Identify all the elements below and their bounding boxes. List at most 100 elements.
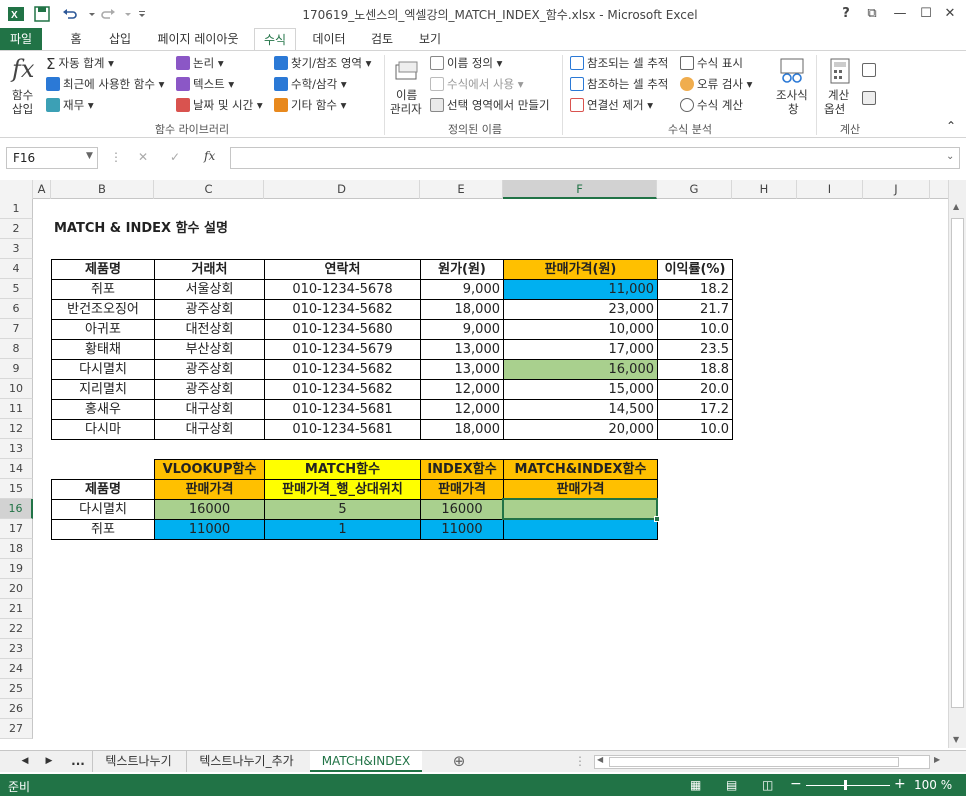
insert-function-label-2[interactable]: 삽입	[12, 101, 33, 117]
show-formulas-button[interactable]: 수식 표시	[680, 55, 743, 71]
prev-sheet-icon[interactable]: ◀	[16, 751, 34, 772]
trace-precedents-button[interactable]: 참조되는 셀 추적	[570, 55, 668, 71]
ribbon-display-options-button[interactable]: ⧉	[862, 4, 882, 24]
row-header-14[interactable]: 14	[0, 459, 33, 479]
table-cell[interactable]: 17,000	[503, 339, 658, 360]
column-header-f[interactable]: F	[503, 180, 657, 199]
collapse-ribbon-icon[interactable]: ⌃	[946, 119, 956, 133]
table-cell[interactable]: 010-1234-5682	[264, 299, 421, 320]
sheet-title[interactable]: MATCH & INDEX 함수 설명	[51, 219, 420, 239]
lookup-top-header[interactable]: VLOOKUP함수	[154, 459, 265, 480]
column-header-e[interactable]: E	[420, 180, 503, 199]
table-cell[interactable]: 반건조오징어	[51, 299, 155, 320]
table-cell[interactable]: 010-1234-5678	[264, 279, 421, 300]
table-cell[interactable]: 대구상회	[154, 399, 265, 420]
name-manager-label-2[interactable]: 관리자	[390, 101, 422, 117]
table-header-f[interactable]: 판매가격(원)	[503, 259, 658, 280]
row-header-20[interactable]: 20	[0, 579, 33, 599]
tab-review[interactable]: 검토	[362, 28, 402, 50]
undo-icon[interactable]	[62, 6, 78, 22]
table-cell[interactable]: 010-1234-5681	[264, 419, 421, 440]
insert-function-bar-icon[interactable]: fx	[204, 149, 215, 163]
lookup-top-header[interactable]: INDEX함수	[420, 459, 504, 480]
create-from-selection-button[interactable]: 선택 영역에서 만들기	[430, 97, 550, 113]
sheet-tab-text-split-extra[interactable]: 텍스트나누기_추가	[186, 751, 306, 772]
scroll-right-icon[interactable]: ▶	[934, 755, 940, 764]
table-cell[interactable]: 다시멸치	[51, 359, 155, 380]
scroll-thumb[interactable]	[951, 218, 964, 708]
row-header-9[interactable]: 9	[0, 359, 33, 379]
table-cell[interactable]: 18,000	[420, 419, 504, 440]
table-cell[interactable]: 13,000	[420, 359, 504, 380]
row-header-25[interactable]: 25	[0, 679, 33, 699]
zoom-out-icon[interactable]: −	[790, 776, 802, 792]
column-header-g[interactable]: G	[657, 180, 732, 199]
tab-formulas[interactable]: 수식	[254, 28, 296, 51]
row-header-2[interactable]: 2	[0, 219, 33, 239]
vertical-scrollbar[interactable]: ▲ ▼	[948, 180, 966, 748]
fill-handle[interactable]	[654, 516, 660, 522]
lookup-top-header[interactable]: MATCH&INDEX함수	[503, 459, 658, 480]
table-cell[interactable]: 16,000	[503, 359, 658, 380]
table-cell[interactable]: 12,000	[420, 399, 504, 420]
define-name-button[interactable]: 이름 정의 ▾	[430, 55, 502, 71]
evaluate-formula-button[interactable]: 수식 계산	[680, 97, 743, 113]
error-checking-button[interactable]: 오류 검사 ▾	[680, 76, 752, 92]
trace-dependents-button[interactable]: 참조하는 셀 추적	[570, 76, 668, 92]
table-cell[interactable]: 서울상회	[154, 279, 265, 300]
lookup-product-cell[interactable]: 쥐포	[51, 519, 155, 540]
lookup-sub-header[interactable]: 판매가격	[154, 479, 265, 500]
lookup-reference-button[interactable]: 찾기/참조 영역 ▾	[274, 55, 371, 71]
lookup-result-cell[interactable]: 16000	[420, 499, 504, 520]
next-sheet-icon[interactable]: ▶	[40, 751, 58, 772]
table-cell[interactable]: 18.2	[657, 279, 733, 300]
recent-functions-button[interactable]: 최근에 사용한 함수 ▾	[46, 76, 164, 92]
table-cell[interactable]: 홍새우	[51, 399, 155, 420]
use-in-formula-button[interactable]: 수식에서 사용 ▾	[430, 76, 524, 92]
tab-data[interactable]: 데이터	[306, 28, 352, 50]
minimize-button[interactable]: —	[890, 4, 910, 24]
save-icon[interactable]	[34, 6, 50, 22]
h-scroll-thumb[interactable]	[609, 757, 899, 767]
row-header-16[interactable]: 16	[0, 499, 33, 519]
lookup-product-cell[interactable]: 다시멸치	[51, 499, 155, 520]
financial-button[interactable]: 재무 ▾	[46, 97, 94, 113]
table-cell[interactable]: 광주상회	[154, 379, 265, 400]
scroll-left-icon[interactable]: ◀	[597, 755, 603, 764]
column-header-c[interactable]: C	[154, 180, 264, 199]
cancel-icon[interactable]: ✕	[138, 150, 148, 164]
enter-icon[interactable]: ✓	[170, 150, 180, 164]
calc-options-label-2[interactable]: 옵션	[824, 101, 845, 117]
table-cell[interactable]: 17.2	[657, 399, 733, 420]
row-header-21[interactable]: 21	[0, 599, 33, 619]
lookup-result-cell[interactable]: 11000	[154, 519, 265, 540]
lookup-sub-header[interactable]: 판매가격	[420, 479, 504, 500]
table-cell[interactable]: 010-1234-5679	[264, 339, 421, 360]
table-cell[interactable]: 아귀포	[51, 319, 155, 340]
calculate-sheet-icon[interactable]	[862, 91, 879, 105]
tab-home[interactable]: 홈	[58, 28, 94, 50]
sheet-tab-text-split[interactable]: 텍스트나누기	[92, 751, 184, 772]
column-header-a[interactable]: A	[33, 180, 51, 199]
undo-dropdown-icon[interactable]	[84, 6, 100, 22]
table-cell[interactable]: 다시마	[51, 419, 155, 440]
lookup-result-cell[interactable]	[503, 519, 658, 540]
table-cell[interactable]: 대전상회	[154, 319, 265, 340]
row-header-23[interactable]: 23	[0, 639, 33, 659]
row-header-18[interactable]: 18	[0, 539, 33, 559]
watch-window-icon[interactable]	[778, 57, 806, 85]
table-cell[interactable]: 010-1234-5680	[264, 319, 421, 340]
text-functions-button[interactable]: 텍스트 ▾	[176, 76, 234, 92]
table-cell[interactable]: 광주상회	[154, 359, 265, 380]
tab-insert[interactable]: 삽입	[100, 28, 140, 50]
zoom-level[interactable]: 100 %	[914, 778, 952, 792]
row-header-7[interactable]: 7	[0, 319, 33, 339]
lookup-result-cell[interactable]: 5	[264, 499, 421, 520]
watch-window-label-2[interactable]: 창	[788, 101, 799, 117]
row-header-27[interactable]: 27	[0, 719, 33, 739]
row-header-4[interactable]: 4	[0, 259, 33, 279]
lookup-sub-header[interactable]: 판매가격_행_상대위치	[264, 479, 421, 500]
table-cell[interactable]: 13,000	[420, 339, 504, 360]
calculator-icon[interactable]	[828, 57, 852, 85]
table-header-d[interactable]: 연락처	[264, 259, 421, 280]
